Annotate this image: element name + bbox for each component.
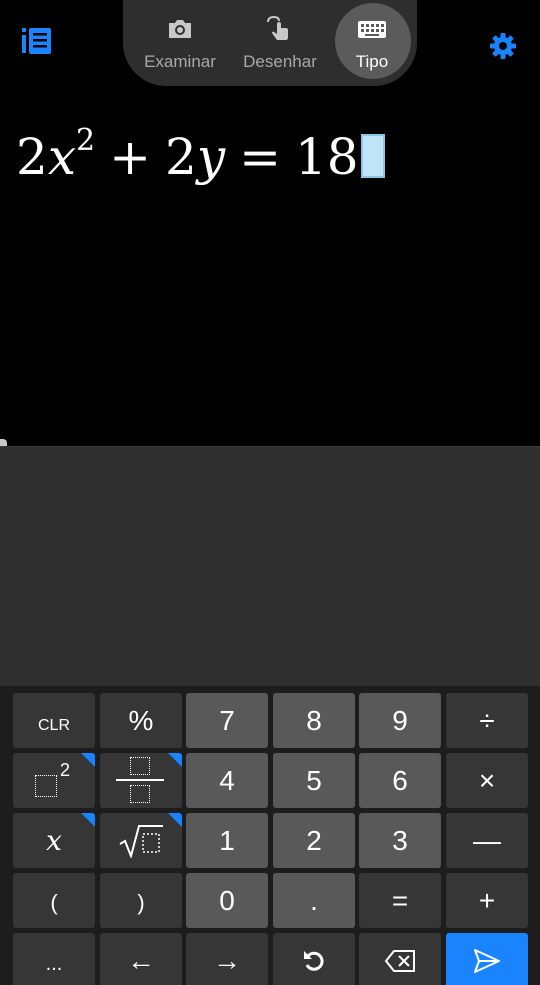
tab-tipo[interactable]: Tipo [323,0,421,86]
key-label: = [391,885,409,916]
minus-key[interactable]: — [446,813,528,868]
input-caret [360,134,385,178]
more-options-corner [168,813,182,827]
open-paren-key[interactable]: ( [13,873,95,928]
undo-icon [304,950,324,971]
tab-label: Examinar [144,52,216,71]
digit-1-key[interactable]: 1 [186,813,268,868]
key-label: ) [137,890,145,915]
solve-send-key[interactable] [446,933,528,985]
key-label: + [478,885,496,916]
key-label: ( [50,890,58,915]
placeholder-box-icon [130,785,150,803]
keypad: CLR % 7 8 9 ÷ 2 4 5 6 × x 1 2 3 — () 0 … [0,686,540,985]
tab-label: Desenhar [243,52,317,71]
clear-key[interactable]: CLR [13,693,95,748]
digit-3-key[interactable]: 3 [359,813,441,868]
app-root: Examinar Desenhar Tipo 2x2 + 2y = 18 CLR… [0,0,540,985]
gear-icon [490,33,516,59]
tab-label: Tipo [355,52,389,71]
mode-switch: Examinar Desenhar Tipo [123,0,417,86]
cursor-right-key[interactable]: → [186,933,268,985]
key-label: 0 [219,885,235,916]
key-label: ← [127,945,155,976]
exponent-label: 2 [60,760,71,780]
plus-key[interactable]: + [446,873,528,928]
constant: 18 [294,128,359,186]
coefficient: 2 [165,128,197,186]
exponent: 2 [76,123,96,159]
digit-2-key[interactable]: 2 [273,813,355,868]
more-key[interactable]: ... [13,933,95,985]
placeholder-box-icon [35,775,57,797]
coefficient: 2 [16,128,48,186]
variable: y [196,128,226,186]
backspace-icon [384,949,415,972]
percent-key[interactable]: % [100,693,182,748]
undo-key[interactable] [273,933,355,985]
divide-key[interactable]: ÷ [446,693,528,748]
history-button[interactable] [22,27,52,55]
close-paren-key[interactable]: ) [100,873,182,928]
key-label: → [213,945,241,976]
settings-button[interactable] [487,30,519,62]
operator: + [109,128,152,186]
key-label: — [473,825,501,856]
key-label: 9 [392,705,408,736]
equals-key[interactable]: = [359,873,441,928]
list-icon [22,28,51,54]
hand-draw-icon [267,15,288,40]
equation-input[interactable]: 2x2 +2y = 18 [16,123,385,208]
key-label: 6 [392,765,408,796]
keyboard-icon [358,21,386,38]
key-label: 1 [219,825,235,856]
multiply-key[interactable]: × [446,753,528,808]
key-label: % [128,705,154,736]
digit-4-key[interactable]: 4 [186,753,268,808]
decimal-key[interactable]: . [273,873,355,928]
key-label: × [478,765,496,796]
send-icon [474,948,500,973]
sqrt-icon [119,824,163,858]
tab-examinar[interactable]: Examinar [131,0,229,86]
sqrt-key[interactable] [100,813,182,868]
fraction-key[interactable] [100,753,182,808]
square-key[interactable]: 2 [13,753,95,808]
digit-6-key[interactable]: 6 [359,753,441,808]
key-label: CLR [37,717,70,734]
digit-0-key[interactable]: 0 [186,873,268,928]
result-panel [0,446,540,687]
placeholder-box-icon [130,757,150,775]
key-label: ... [45,953,63,975]
digit-8-key[interactable]: 8 [273,693,355,748]
key-label: x [46,824,62,857]
fraction-bar [116,779,164,781]
key-label: 5 [306,765,322,796]
key-label: 4 [219,765,235,796]
more-options-corner [168,753,182,767]
digit-9-key[interactable]: 9 [359,693,441,748]
key-label: ÷ [479,705,495,736]
more-options-corner [81,753,95,767]
variable: x [47,128,77,186]
camera-icon [169,20,191,38]
tab-desenhar[interactable]: Desenhar [231,0,329,86]
operator: = [239,128,281,186]
key-label: 3 [392,825,408,856]
more-options-corner [81,813,95,827]
key-label: 2 [306,825,322,856]
key-label: 8 [306,705,322,736]
digit-7-key[interactable]: 7 [186,693,268,748]
digit-5-key[interactable]: 5 [273,753,355,808]
variable-x-key[interactable]: x [13,813,95,868]
key-label: 7 [219,705,235,736]
backspace-key[interactable] [359,933,441,985]
key-label: . [310,885,318,916]
cursor-left-key[interactable]: ← [100,933,182,985]
